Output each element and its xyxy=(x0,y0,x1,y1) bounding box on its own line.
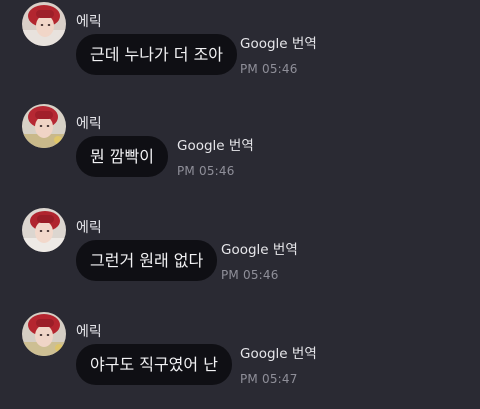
profile-photo-icon xyxy=(22,312,66,356)
message-time: PM 05:46 xyxy=(240,62,298,76)
sender-name: 에릭 xyxy=(76,116,102,132)
translate-link[interactable]: Google 번역 xyxy=(240,342,317,362)
profile-photo-icon xyxy=(22,208,66,252)
profile-photo-icon xyxy=(22,104,66,148)
sender-name: 에릭 xyxy=(76,14,102,30)
translate-link[interactable]: Google 번역 xyxy=(221,238,298,258)
translate-link[interactable]: Google 번역 xyxy=(177,134,254,154)
avatar[interactable] xyxy=(22,208,66,252)
message-bubble[interactable]: 근데 누나가 더 조아 xyxy=(76,34,238,75)
message-time: PM 05:46 xyxy=(177,164,235,178)
translate-link[interactable]: Google 번역 xyxy=(240,32,317,52)
profile-photo-icon xyxy=(22,2,66,46)
chat-message-list: 에릭 근데 누나가 더 조아 Google 번역 PM 05:46 에릭 뭔 깜… xyxy=(0,0,480,409)
message-bubble[interactable]: 그런거 원래 없다 xyxy=(76,240,218,281)
sender-name: 에릭 xyxy=(76,324,102,340)
avatar[interactable] xyxy=(22,2,66,46)
avatar[interactable] xyxy=(22,312,66,356)
avatar[interactable] xyxy=(22,104,66,148)
message-time: PM 05:46 xyxy=(221,268,279,282)
message-meta: Google 번역 PM 05:47 xyxy=(240,342,317,386)
message-time: PM 05:47 xyxy=(240,372,298,386)
message-meta: Google 번역 PM 05:46 xyxy=(240,32,317,76)
message-meta: Google 번역 PM 05:46 xyxy=(177,134,254,178)
sender-name: 에릭 xyxy=(76,220,102,236)
message-bubble[interactable]: 야구도 직구였어 난 xyxy=(76,344,232,385)
message-bubble[interactable]: 뭔 깜빡이 xyxy=(76,136,168,177)
message-meta: Google 번역 PM 05:46 xyxy=(221,238,298,282)
